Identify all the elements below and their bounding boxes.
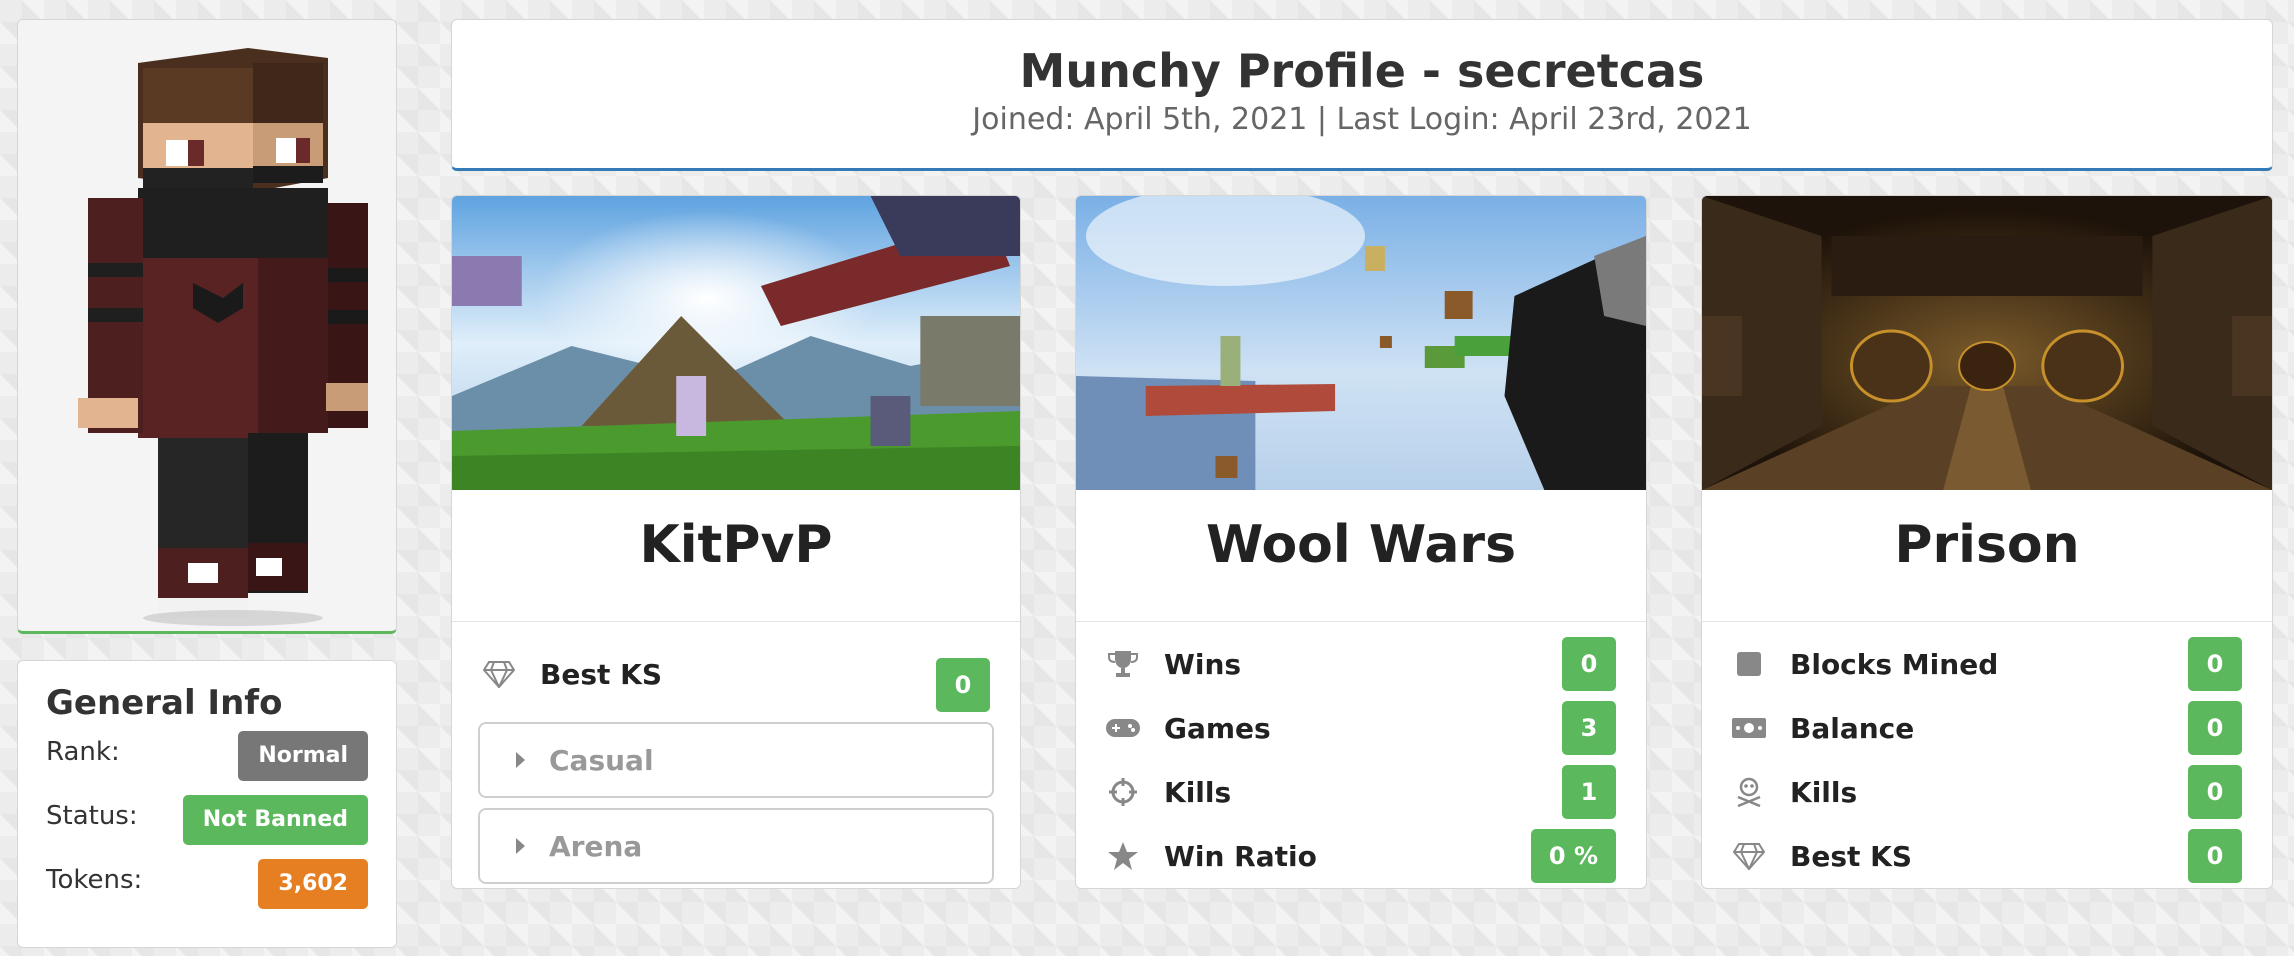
rank-label: Rank: [46, 737, 120, 767]
collapse-label: Casual [549, 743, 654, 777]
woolwars-wins-row: Wins 0 [1076, 632, 1646, 696]
stat-label: Wins [1164, 647, 1242, 681]
money-icon [1730, 711, 1768, 745]
woolwars-kills-row: Kills 1 [1076, 760, 1646, 824]
stat-value: 0 [2188, 829, 2242, 883]
stat-label: Best KS [540, 657, 662, 691]
prison-kills-row: Kills 0 [1702, 760, 2272, 824]
tokens-row: Tokens: 3,602 [46, 859, 368, 923]
square-icon [1730, 647, 1768, 681]
stat-label: Blocks Mined [1790, 647, 1999, 681]
stat-label: Balance [1790, 711, 1915, 745]
rank-row: Rank: Normal [46, 731, 368, 795]
woolwars-title: Wool Wars [1076, 490, 1646, 622]
collapse-label: Arena [549, 829, 643, 863]
prison-stats-list: Blocks Mined 0 Balance 0 Kills 0 Best KS… [1702, 622, 2272, 888]
prison-card: Prison Blocks Mined 0 Balance 0 Kills 0 [1701, 195, 2273, 889]
woolwars-win-ratio-row: Win Ratio 0 % [1076, 824, 1646, 888]
prison-balance-row: Balance 0 [1702, 696, 2272, 760]
gamepad-icon [1104, 711, 1142, 745]
kitpvp-title: KitPvP [452, 490, 1020, 622]
prison-banner-image [1702, 196, 2272, 490]
status-label: Status: [46, 801, 138, 831]
player-skin-image [78, 48, 368, 626]
caret-right-icon [516, 838, 525, 854]
status-row: Status: Not Banned [46, 795, 368, 859]
stat-value: 0 [1562, 637, 1616, 691]
star-icon [1104, 839, 1142, 873]
diamond-icon [480, 657, 518, 691]
stat-label: Best KS [1790, 839, 1912, 873]
stat-label: Kills [1790, 775, 1858, 809]
woolwars-stats-list: Wins 0 Games 3 Kills 1 Win Ratio 0 % [1076, 622, 1646, 888]
trophy-icon [1104, 647, 1142, 681]
stat-value: 0 [2188, 765, 2242, 819]
profile-dates: Joined: April 5th, 2021 | Last Login: Ap… [972, 102, 1752, 137]
kitpvp-banner-image [452, 196, 1020, 490]
diamond-icon [1730, 839, 1768, 873]
prison-blocks-mined-row: Blocks Mined 0 [1702, 632, 2272, 696]
page-title: Munchy Profile - secretcas [1019, 44, 1705, 98]
tokens-badge: 3,602 [258, 859, 368, 909]
caret-right-icon [516, 752, 525, 768]
stat-label: Win Ratio [1164, 839, 1317, 873]
stat-value: 0 [2188, 637, 2242, 691]
rank-badge: Normal [238, 731, 368, 781]
status-badge: Not Banned [182, 795, 368, 845]
woolwars-games-row: Games 3 [1076, 696, 1646, 760]
stat-label: Kills [1164, 775, 1232, 809]
stat-value: 0 [2188, 701, 2242, 755]
woolwars-banner-image [1076, 196, 1646, 490]
stat-value: 3 [1562, 701, 1616, 755]
tokens-label: Tokens: [46, 865, 143, 895]
woolwars-card: Wool Wars Wins 0 Games 3 Kills 1 Win Rat… [1075, 195, 1647, 889]
kitpvp-arena-toggle[interactable]: Arena [478, 808, 994, 884]
profile-header: Munchy Profile - secretcas Joined: April… [451, 19, 2273, 171]
general-info-panel: General Info Rank: Normal Status: Not Ba… [17, 660, 397, 948]
kitpvp-best-ks-row: Best KS 0 [452, 642, 1020, 712]
stat-label: Games [1164, 711, 1271, 745]
stat-value: 0 % [1530, 829, 1616, 883]
prison-best-ks-row: Best KS 0 [1702, 824, 2272, 888]
stat-value: 1 [1562, 765, 1616, 819]
player-skin-panel [17, 19, 397, 634]
stat-value: 0 [936, 658, 990, 712]
kitpvp-casual-toggle[interactable]: Casual [478, 722, 994, 798]
kitpvp-card: KitPvP Best KS 0 Casual Arena [451, 195, 1021, 889]
skull-crossbones-icon [1730, 775, 1768, 809]
prison-title: Prison [1702, 490, 2272, 622]
crosshairs-icon [1104, 775, 1142, 809]
general-info-heading: General Info [46, 683, 283, 723]
